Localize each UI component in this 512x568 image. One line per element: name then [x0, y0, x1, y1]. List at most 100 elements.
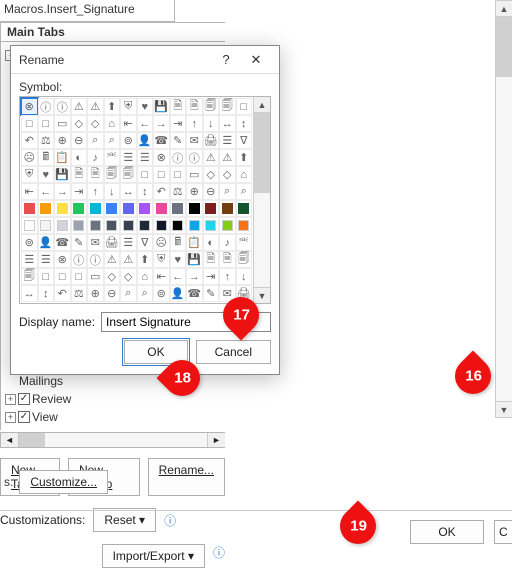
symbol-cell[interactable]: ◇ [219, 166, 236, 183]
symbol-cell[interactable]: ⊚ [153, 285, 170, 302]
info-icon[interactable]: ⓘ [164, 512, 176, 529]
symbol-cell[interactable]: ⌂ [104, 115, 121, 132]
symbol-cell[interactable]: ☎ [153, 132, 170, 149]
symbol-cell[interactable]: ☹ [21, 149, 38, 166]
symbol-cell[interactable]: ⌕ [137, 285, 154, 302]
symbol-grid[interactable]: ⊗ⓘⓘ⚠⚠⬆⛨♥💾🗎🗎🗐🗐□□□▭◇◇⌂⇤←→⇥↑↓↔↕↶⚖⊕⊖⌕⌕⊚👤☎✎✉🖨… [19, 96, 271, 304]
symbol-cell[interactable]: ☰ [120, 234, 137, 251]
symbol-cell[interactable] [54, 200, 71, 217]
symbol-cell[interactable]: ☎ [54, 234, 71, 251]
scroll-up-icon[interactable]: ▲ [254, 97, 270, 113]
symbol-cell[interactable]: ↶ [54, 285, 71, 302]
symbol-cell[interactable]: ✎ [71, 234, 88, 251]
symbol-cell[interactable]: ☰ [219, 132, 236, 149]
symbol-cell[interactable]: ⚠ [71, 98, 88, 115]
symbol-cell[interactable]: 🗎 [203, 251, 220, 268]
symbol-cell[interactable]: ⓘ [54, 98, 71, 115]
symbol-cell[interactable]: ⚖ [71, 285, 88, 302]
symbol-cell[interactable]: ▭ [54, 115, 71, 132]
symbol-cell[interactable]: ♪ [87, 149, 104, 166]
symbol-cell[interactable]: 👤 [137, 132, 154, 149]
symbol-cell[interactable]: ⊚ [120, 132, 137, 149]
tree-hscrollbar[interactable]: ◄ ► [0, 432, 225, 448]
symbol-cell[interactable]: 🗎 [87, 166, 104, 183]
symbol-cell[interactable]: 💾 [153, 98, 170, 115]
symbol-cell[interactable]: ∇ [137, 234, 154, 251]
symbol-cell[interactable]: ◐ [71, 149, 88, 166]
symbol-cell[interactable] [137, 200, 154, 217]
symbol-cell[interactable]: 🗎 [170, 98, 187, 115]
symbol-cell[interactable] [153, 200, 170, 217]
symbol-cell[interactable]: ⚠ [203, 149, 220, 166]
symbol-cell[interactable]: 🗐 [21, 268, 38, 285]
symbol-cell[interactable] [38, 200, 55, 217]
cancel-button-partial[interactable]: C [494, 520, 512, 544]
symbol-cell[interactable]: ⌕ [120, 285, 137, 302]
symbol-cell[interactable]: ↔ [219, 115, 236, 132]
symbol-cell[interactable]: 💾 [54, 166, 71, 183]
symbol-cell[interactable]: ⚖ [38, 132, 55, 149]
symbol-cell[interactable]: ⇥ [203, 268, 220, 285]
symbol-cell[interactable]: ↑ [186, 115, 203, 132]
symbol-cell[interactable]: ⓘ [71, 251, 88, 268]
symbol-cell[interactable]: 📋 [186, 234, 203, 251]
symbol-cell[interactable]: ♥ [38, 166, 55, 183]
symbol-cell[interactable]: □ [38, 268, 55, 285]
symbol-cell[interactable]: ⚠ [219, 149, 236, 166]
symbol-cell[interactable]: ⊖ [104, 285, 121, 302]
symbol-cell[interactable]: ⊗ [54, 251, 71, 268]
symbol-cell[interactable]: ↕ [38, 285, 55, 302]
symbol-cell[interactable] [120, 200, 137, 217]
symbol-cell[interactable]: ⊚ [21, 234, 38, 251]
symbol-cell[interactable]: 🗎 [71, 166, 88, 183]
customize-button[interactable]: Customize... [19, 470, 108, 494]
expand-icon[interactable]: + [5, 412, 16, 423]
symbol-cell[interactable]: ↓ [104, 183, 121, 200]
symbol-cell[interactable] [170, 217, 187, 234]
symbol-cell[interactable]: ◇ [87, 115, 104, 132]
symbol-cell[interactable] [104, 200, 121, 217]
symbol-cell[interactable]: ⇥ [170, 115, 187, 132]
symbol-cell[interactable]: ▭ [186, 166, 203, 183]
symbol-cell[interactable]: ⓘ [87, 251, 104, 268]
scroll-right-icon[interactable]: ► [207, 433, 225, 447]
dialog-cancel-button[interactable]: Cancel [196, 340, 271, 364]
display-name-input[interactable] [101, 312, 271, 332]
symbol-cell[interactable]: ↓ [203, 115, 220, 132]
symbol-cell[interactable]: 💾 [186, 251, 203, 268]
symbol-cell[interactable]: ⊗ [153, 149, 170, 166]
symbol-cell[interactable]: ✎ [203, 285, 220, 302]
checkbox-checked-icon[interactable] [18, 411, 30, 423]
symbol-cell[interactable]: → [153, 115, 170, 132]
symbol-cell[interactable]: ↔ [120, 183, 137, 200]
symbol-cell[interactable] [236, 200, 253, 217]
dialog-close-button[interactable]: ✕ [241, 52, 271, 68]
symbol-cell[interactable] [170, 200, 187, 217]
symbol-cell[interactable] [153, 217, 170, 234]
symbol-cell[interactable]: ◇ [71, 115, 88, 132]
tree-vscrollbar[interactable]: ▲ ▼ [495, 0, 512, 418]
symbol-cell[interactable]: 🖨 [104, 234, 121, 251]
symbol-cell[interactable]: 🗎 [219, 251, 236, 268]
symbol-cell[interactable] [120, 217, 137, 234]
symbol-cell[interactable] [137, 217, 154, 234]
tree-item[interactable]: +Review [5, 390, 225, 408]
symbol-cell[interactable]: ← [137, 115, 154, 132]
symbol-cell[interactable] [87, 200, 104, 217]
symbol-cell[interactable]: □ [38, 115, 55, 132]
symbol-cell[interactable]: 🗎 [186, 98, 203, 115]
reset-button[interactable]: Reset ▾ [93, 508, 156, 532]
symbol-cell[interactable]: ⬆ [104, 98, 121, 115]
symbol-cell[interactable]: ⊕ [186, 183, 203, 200]
symbol-cell[interactable]: ⓘ [38, 98, 55, 115]
symbol-cell[interactable]: ⛨ [21, 166, 38, 183]
symbol-cell[interactable]: □ [137, 166, 154, 183]
scroll-left-icon[interactable]: ◄ [1, 433, 19, 447]
symbol-cell[interactable]: 🗐 [104, 166, 121, 183]
symbol-cell[interactable]: ☰ [38, 251, 55, 268]
symbol-cell[interactable]: □ [71, 268, 88, 285]
symbol-cell[interactable]: → [54, 183, 71, 200]
symbol-cell[interactable]: ⇤ [21, 183, 38, 200]
scroll-thumb[interactable] [254, 113, 270, 193]
symbol-cell[interactable]: ↓ [236, 268, 253, 285]
